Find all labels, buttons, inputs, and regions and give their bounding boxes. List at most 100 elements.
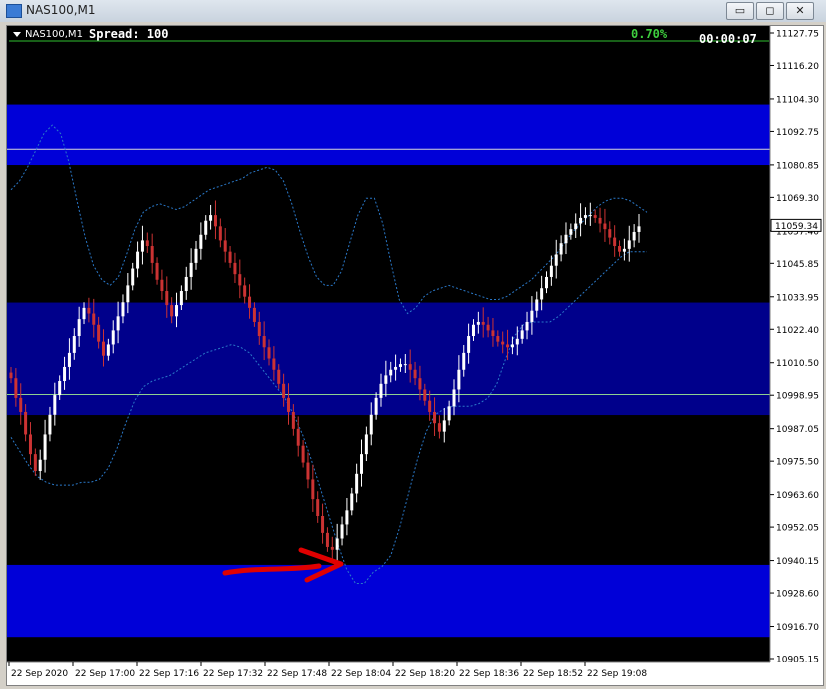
spread-label: Spread: 100 (89, 27, 168, 41)
price-label: 11045.85 (776, 260, 819, 270)
price-label: 10952.05 (776, 524, 819, 534)
time-label: 22 Sep 18:52 (523, 669, 583, 679)
candle (131, 262, 135, 291)
candle (355, 463, 359, 503)
price-label: 11104.30 (776, 95, 819, 105)
candle (340, 516, 344, 546)
candle (627, 225, 631, 262)
candle (140, 225, 144, 265)
candle (637, 213, 641, 243)
candle (160, 269, 164, 300)
candle (598, 207, 602, 233)
candle (301, 440, 305, 468)
candle (559, 235, 563, 262)
chart-area[interactable]: NAS100,M1 Spread: 100 0.70% 00:00:07 111… (6, 25, 824, 686)
candle (194, 240, 198, 270)
candle (364, 426, 368, 462)
candle (43, 419, 47, 473)
candle (330, 536, 334, 559)
candle (136, 241, 140, 278)
time-label: 22 Sep 17:00 (75, 669, 135, 679)
price-label: 10975.50 (776, 458, 819, 468)
candle (311, 464, 315, 512)
candle (233, 252, 237, 284)
candle (223, 228, 227, 263)
upper-zone (7, 104, 770, 166)
candle (218, 218, 222, 248)
window-titlebar: NAS100,M1 ▭ ◻ ✕ (0, 0, 826, 23)
candle (145, 232, 149, 253)
price-label: 10940.15 (776, 557, 819, 567)
current-price-label: 11059.34 (775, 222, 818, 232)
candle (228, 246, 232, 268)
price-label: 11010.50 (776, 359, 819, 369)
time-label: 22 Sep 18:04 (331, 669, 391, 679)
candle (189, 248, 193, 290)
candle (184, 266, 188, 300)
time-label: 22 Sep 18:20 (395, 669, 455, 679)
chart-window-icon (6, 4, 22, 18)
price-label: 11033.95 (776, 293, 819, 303)
price-label: 11092.75 (776, 128, 819, 138)
candle (632, 224, 636, 248)
price-label: 11127.75 (776, 30, 819, 40)
time-label: 22 Sep 2020 (11, 669, 68, 679)
candle (199, 222, 203, 260)
candle (588, 202, 592, 226)
time-label: 22 Sep 19:08 (587, 669, 647, 679)
candle (238, 259, 242, 299)
candle (28, 422, 32, 465)
candle (564, 222, 568, 255)
time-label: 22 Sep 17:48 (267, 669, 327, 679)
price-label: 10916.70 (776, 623, 819, 633)
chart-symbol-label: NAS100,M1 (25, 29, 83, 40)
candle (545, 271, 549, 294)
candle (608, 221, 612, 245)
candle (316, 491, 320, 523)
price-axis[interactable] (770, 26, 823, 685)
candle (321, 503, 325, 544)
candle (204, 215, 208, 240)
candle (325, 527, 329, 552)
price-label: 11080.85 (776, 161, 819, 171)
candle (155, 257, 159, 285)
current-price-tag: 11059.34 (770, 218, 822, 232)
minimize-button[interactable]: ▭ (726, 2, 754, 20)
candle (554, 239, 558, 279)
candle (593, 209, 597, 223)
time-label: 22 Sep 17:16 (139, 669, 199, 679)
price-label: 10963.60 (776, 491, 819, 501)
candle (583, 207, 587, 225)
candle (618, 240, 622, 257)
candle (243, 277, 247, 304)
candle (38, 449, 42, 480)
candle (549, 255, 553, 286)
candle (613, 225, 617, 257)
candle (603, 208, 607, 242)
candle (345, 498, 349, 536)
price-label: 10928.60 (776, 590, 819, 600)
price-label: 10987.05 (776, 425, 819, 435)
candle (306, 452, 310, 489)
candle (437, 415, 441, 439)
candle (350, 487, 354, 516)
candle (574, 213, 578, 239)
candle-timer: 00:00:07 (699, 32, 757, 46)
candle (213, 200, 217, 240)
candle (360, 439, 364, 487)
middle-zone (7, 302, 770, 416)
lower-zone (7, 564, 770, 638)
close-button[interactable]: ✕ (786, 2, 814, 20)
price-label: 11022.40 (776, 326, 819, 336)
time-label: 22 Sep 18:36 (459, 669, 519, 679)
price-label: 11069.30 (776, 194, 819, 204)
candle (209, 204, 213, 230)
candle (569, 223, 573, 240)
candle (622, 238, 626, 261)
candle (296, 416, 300, 457)
time-label: 22 Sep 17:32 (203, 669, 263, 679)
restore-button[interactable]: ◻ (756, 2, 784, 20)
price-label: 11116.20 (776, 62, 819, 72)
symbol-menu-icon[interactable] (13, 32, 21, 37)
price-label: 10998.95 (776, 392, 819, 402)
